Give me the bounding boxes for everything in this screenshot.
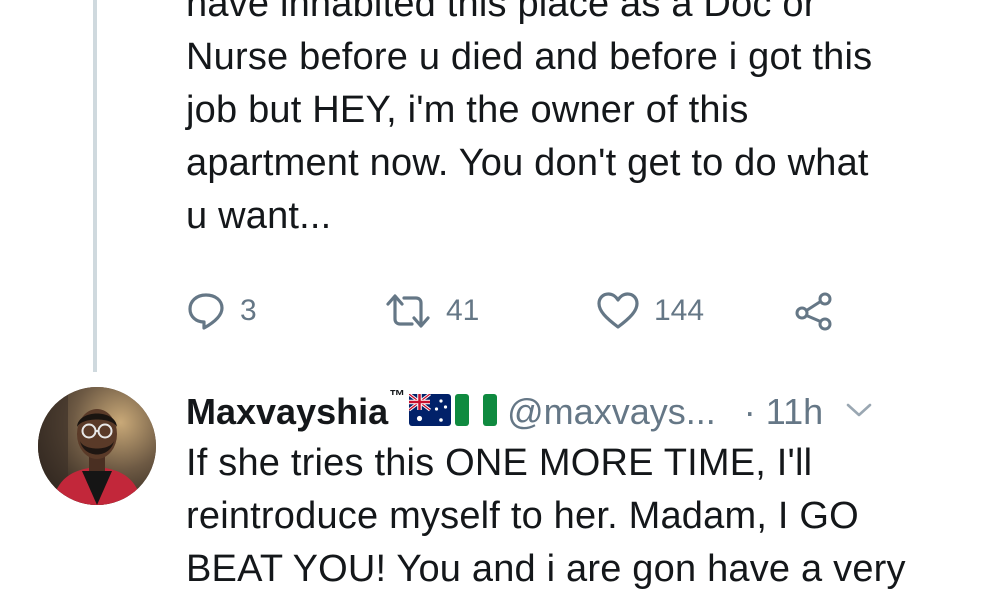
retweet-count: 41 [446, 294, 480, 327]
retweet-button[interactable]: 41 [384, 288, 479, 334]
retweet-icon [384, 291, 432, 331]
tweet-text-line: apartment now. You don't get to do what [186, 142, 869, 184]
tweet-header: Maxvayshia™ @maxvays... · 11h [186, 388, 873, 435]
like-button[interactable]: 144 [596, 288, 704, 334]
nigeria-flag-icon [455, 393, 498, 431]
tweet-text-line: If she tries this ONE MORE TIME, I'll [186, 442, 813, 484]
tweet-text-line: reintroduce myself to her. Madam, I GO [186, 495, 859, 537]
chevron-down-icon [845, 400, 873, 425]
trademark-symbol: ™ [389, 388, 406, 405]
avatar[interactable] [38, 387, 156, 505]
tweet-text-line: u want... [186, 195, 332, 237]
display-name[interactable]: Maxvayshia™ [186, 388, 406, 433]
reply-tweet-text: If she tries this ONE MORE TIME, I'll re… [186, 437, 976, 596]
reply-button[interactable]: 3 [186, 288, 257, 334]
tweet-text-line: BEAT YOU! You and i are gon have a very [186, 548, 906, 590]
like-count: 144 [654, 294, 705, 327]
tweet-menu-button[interactable] [845, 400, 873, 425]
tweet-thread: have inhabited this place as a Doc or Nu… [0, 0, 1000, 600]
tweet-text-line: Nurse before u died and before i got thi… [186, 36, 873, 78]
tweet-text-line: job but HEY, i'm the owner of this [186, 89, 749, 131]
reply-icon [186, 291, 226, 331]
previous-tweet-text: have inhabited this place as a Doc or Nu… [186, 0, 976, 243]
australia-flag-icon [408, 392, 452, 431]
thread-connector-line [93, 0, 97, 372]
reply-count: 3 [240, 294, 257, 327]
user-handle[interactable]: @maxvays... [507, 391, 716, 433]
tweet-timestamp[interactable]: · 11h [744, 391, 823, 433]
heart-icon [596, 291, 640, 331]
display-name-text: Maxvayshia [186, 391, 389, 432]
share-icon [794, 291, 836, 331]
share-button[interactable] [794, 288, 836, 334]
tweet-text-line: have inhabited this place as a Doc or [186, 0, 817, 25]
